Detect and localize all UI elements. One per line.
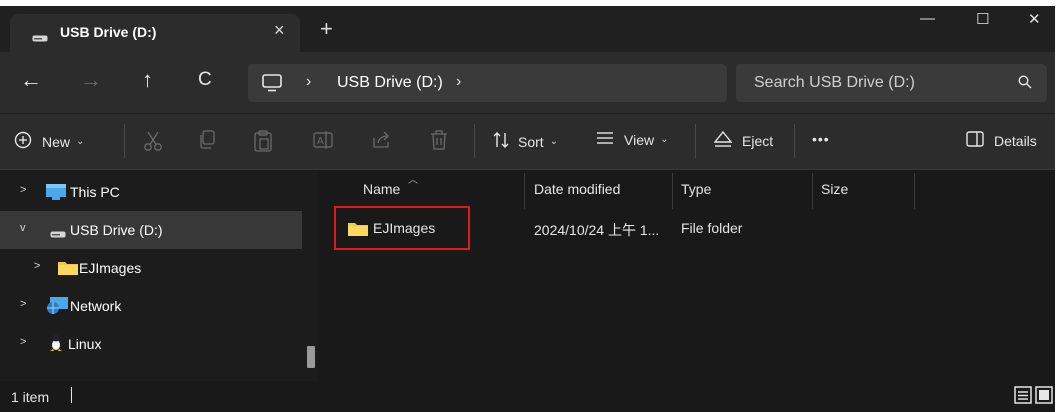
minimize-button[interactable]: — — [920, 10, 935, 27]
close-tab-icon[interactable]: × — [274, 20, 285, 41]
chevron-right-icon[interactable]: > — [20, 336, 26, 348]
column-header-date-modified[interactable]: Date modified — [534, 181, 620, 197]
column-divider[interactable] — [914, 173, 915, 209]
sidebar-item-label: USB Drive (D:) — [70, 222, 163, 238]
delete-icon[interactable] — [430, 130, 448, 153]
text-cursor — [71, 387, 72, 403]
eject-icon — [713, 130, 733, 150]
new-button-label: New — [42, 133, 71, 150]
drive-icon — [50, 226, 66, 242]
plus-circle-icon — [14, 131, 32, 152]
details-label: Details — [994, 132, 1037, 149]
sidebar-item-usb-drive[interactable]: v USB Drive (D:) — [0, 211, 302, 249]
close-window-button[interactable]: ✕ — [1028, 10, 1041, 28]
penguin-icon — [48, 334, 64, 355]
address-bar[interactable]: › USB Drive (D:) › — [248, 64, 727, 102]
selection-highlight-box — [334, 206, 470, 250]
sidebar-item-linux[interactable]: > Linux — [0, 325, 302, 363]
column-header-size[interactable]: Size — [821, 181, 848, 197]
monitor-icon — [46, 184, 66, 203]
sidebar-item-label: This PC — [70, 184, 120, 200]
toolbar-divider — [794, 124, 795, 158]
tab-usb-drive[interactable]: USB Drive (D:) × — [10, 14, 300, 52]
up-button[interactable]: ↑ — [142, 69, 153, 91]
new-button[interactable]: New ⌄ — [14, 131, 84, 152]
folder-icon — [58, 261, 78, 278]
back-button[interactable]: ← — [20, 69, 42, 91]
maximize-button[interactable]: ☐ — [976, 10, 989, 28]
refresh-button[interactable]: C — [198, 69, 212, 91]
more-options-button[interactable]: ••• — [812, 131, 830, 147]
file-date-modified: 2024/10/24 上午 1... — [534, 222, 660, 238]
sidebar-item-label: Network — [70, 298, 122, 314]
eject-button[interactable]: Eject — [713, 130, 774, 150]
new-tab-button[interactable]: + — [320, 18, 333, 40]
chevron-down-icon: ⌄ — [660, 134, 669, 145]
breadcrumb-usb-drive[interactable]: USB Drive (D:) — [337, 74, 443, 92]
sort-arrows-icon — [492, 131, 510, 152]
file-type: File folder — [681, 220, 743, 236]
search-icon — [1018, 75, 1032, 92]
column-divider[interactable] — [524, 173, 525, 209]
tab-title: USB Drive (D:) — [60, 24, 157, 40]
column-header-type[interactable]: Type — [681, 181, 711, 197]
svg-text:A: A — [317, 136, 324, 147]
breadcrumb-separator[interactable]: › — [456, 73, 461, 91]
details-view-icon[interactable] — [1014, 386, 1032, 404]
file-explorer-window: USB Drive (D:) × + — ☐ ✕ ← → ↑ C › USB D… — [0, 6, 1055, 412]
command-bar: New ⌄ A Sort ⌄ View ⌄ Eject ••• Details — [0, 114, 1055, 170]
share-icon[interactable] — [372, 130, 392, 153]
navigation-bar: ← → ↑ C › USB Drive (D:) › Search USB Dr… — [0, 52, 1055, 114]
item-count: 1 item — [11, 389, 50, 405]
sidebar-item-network[interactable]: > Network — [0, 287, 302, 325]
details-pane-button[interactable]: Details — [966, 131, 1037, 150]
sidebar-scrollbar-thumb[interactable] — [307, 346, 315, 368]
monitor-icon — [262, 74, 282, 95]
chevron-right-icon[interactable]: > — [34, 260, 40, 272]
sidebar-item-label: EJImages — [79, 260, 142, 276]
sort-label: Sort — [518, 133, 544, 150]
column-header-name[interactable]: Name — [363, 181, 400, 197]
column-divider[interactable] — [812, 173, 813, 209]
details-pane-icon — [966, 131, 984, 150]
sort-button[interactable]: Sort ⌄ — [492, 131, 558, 152]
chevron-down-icon: ⌄ — [76, 136, 85, 147]
column-divider[interactable] — [672, 173, 673, 209]
drive-icon — [32, 30, 48, 46]
view-label: View — [624, 131, 655, 148]
forward-button[interactable]: → — [80, 69, 102, 91]
tiles-view-icon[interactable] — [1035, 386, 1053, 404]
paste-icon[interactable] — [254, 130, 272, 155]
network-icon — [46, 297, 68, 317]
toolbar-divider — [474, 124, 475, 158]
view-button[interactable]: View ⌄ — [596, 131, 668, 148]
status-bar: 1 item — [0, 381, 1055, 412]
chevron-right-icon[interactable]: > — [20, 298, 26, 310]
chevron-down-icon[interactable]: v — [20, 222, 26, 234]
rename-icon[interactable]: A — [313, 130, 333, 153]
chevron-down-icon: ⌄ — [549, 136, 559, 147]
cut-icon[interactable] — [143, 130, 163, 155]
copy-icon[interactable] — [198, 130, 216, 153]
navigation-pane: > This PC v USB Drive (D:) > EJImages > — [0, 171, 318, 381]
breadcrumb-separator: › — [306, 73, 312, 90]
file-list: ︿ Name Date modified Type Size EJImages … — [318, 171, 1055, 381]
search-placeholder: Search USB Drive (D:) — [754, 74, 915, 91]
title-bar: USB Drive (D:) × + — ☐ ✕ — [0, 6, 1055, 52]
list-lines-icon — [596, 131, 614, 148]
sidebar-item-this-pc[interactable]: > This PC — [0, 173, 302, 211]
toolbar-divider — [124, 124, 125, 158]
chevron-right-icon[interactable]: > — [20, 184, 26, 196]
sidebar-item-ejimages[interactable]: > EJImages — [0, 249, 302, 287]
toolbar-divider — [695, 124, 696, 158]
sort-indicator-icon: ︿ — [408, 175, 418, 186]
search-input[interactable]: Search USB Drive (D:) — [736, 64, 1047, 102]
eject-label: Eject — [742, 132, 774, 149]
sidebar-item-label: Linux — [68, 336, 102, 352]
